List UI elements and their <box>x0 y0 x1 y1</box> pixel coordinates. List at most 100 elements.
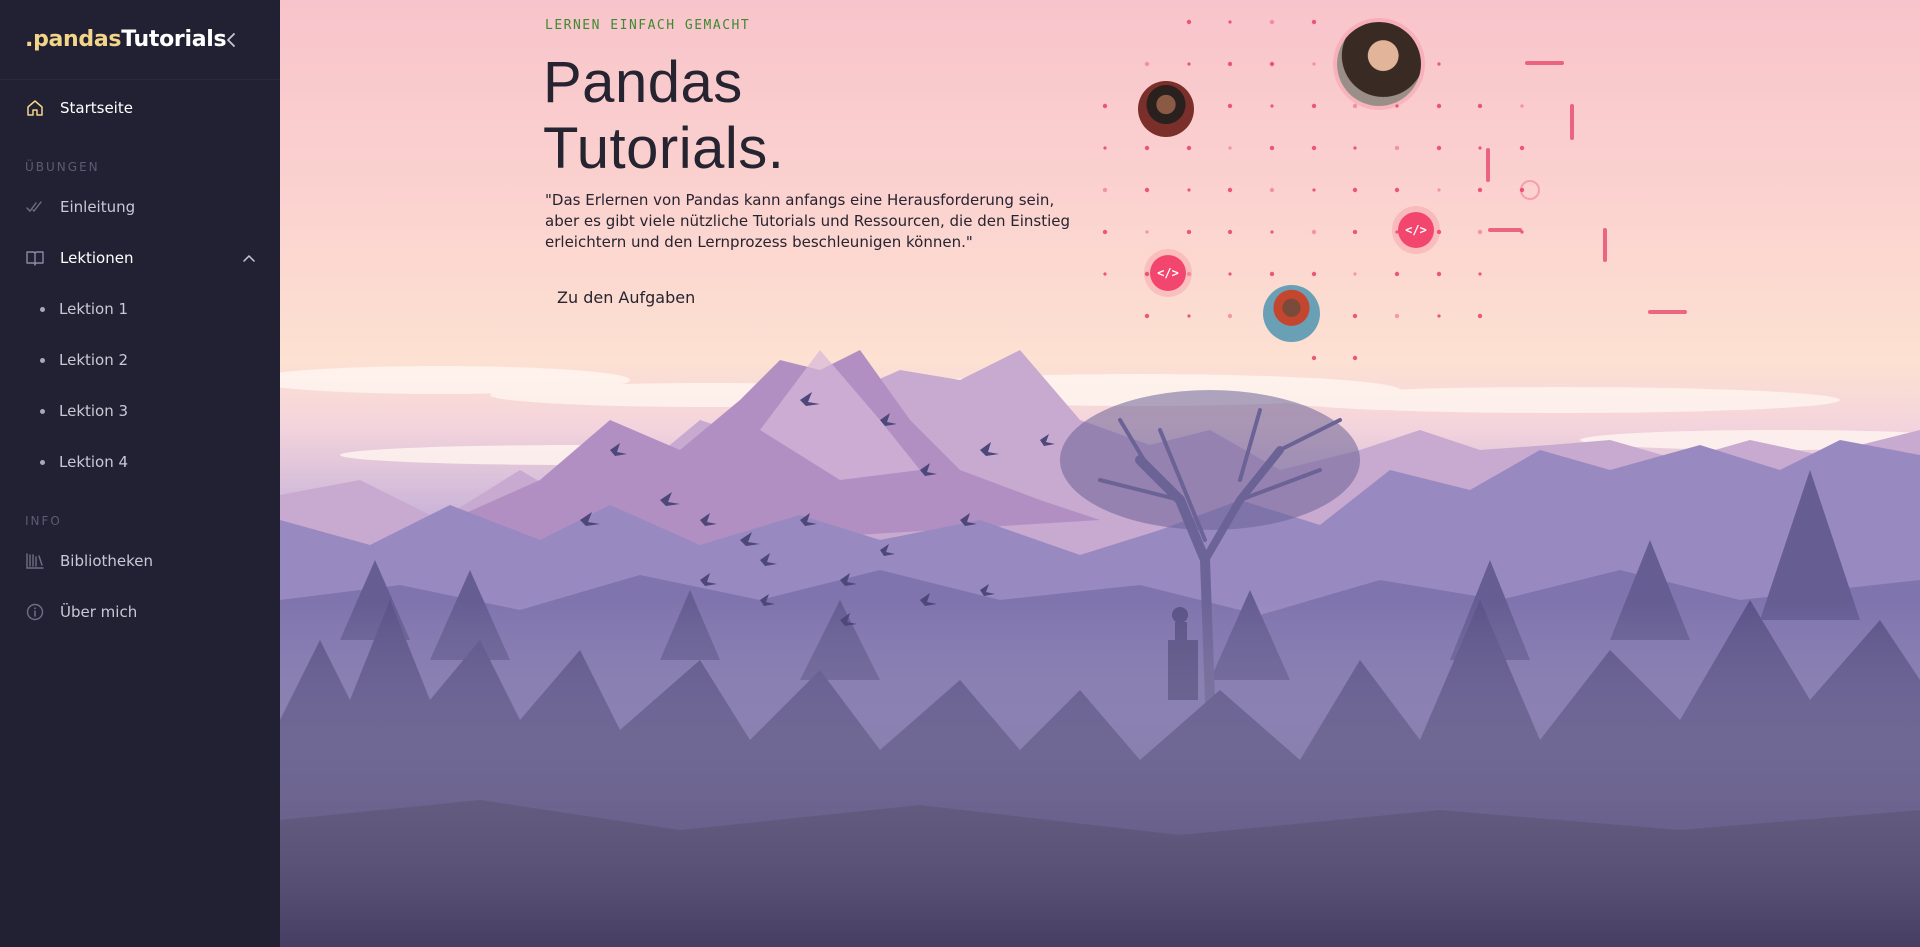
grid-dot <box>1477 103 1483 109</box>
grid-dot <box>1228 272 1232 276</box>
grid-dot <box>1311 145 1317 151</box>
dot-grid-decoration <box>1102 19 1687 361</box>
sub-label-lektion-3: Lektion 3 <box>59 402 129 420</box>
sub-item-lektion-3[interactable]: Lektion 3 <box>0 391 280 431</box>
grid-dot <box>1103 146 1107 150</box>
grid-dot <box>1352 355 1358 361</box>
grid-dot <box>1103 272 1107 276</box>
grid-dot <box>1436 271 1442 277</box>
sub-label-lektion-2: Lektion 2 <box>59 351 129 369</box>
sub-label-lektion-1: Lektion 1 <box>59 300 129 318</box>
nav-item-startseite[interactable]: Startseite <box>0 88 280 128</box>
code-icon: </> <box>1405 223 1427 237</box>
book-icon <box>25 248 45 268</box>
nav-label-lektionen: Lektionen <box>60 249 134 267</box>
grid-dot <box>1436 103 1442 109</box>
grid-dot <box>1227 187 1233 193</box>
grid-dot <box>1395 104 1399 108</box>
grid-dot <box>1520 104 1524 108</box>
hero-quote: "Das Erlernen von Pandas kann anfangs ei… <box>545 191 1070 251</box>
grid-dot <box>1311 271 1317 277</box>
zu-den-aufgaben-button[interactable]: Zu den Aufgaben <box>545 282 707 313</box>
grid-dot <box>1228 20 1232 24</box>
hero-eyebrow: LERNEN EINFACH GEMACHT <box>545 18 751 33</box>
grid-dot <box>1477 313 1483 319</box>
grid-dot <box>1144 145 1150 151</box>
collapse-sidebar-button[interactable] <box>222 28 240 52</box>
grid-dot <box>1352 229 1358 235</box>
section-title-uebungen: ÜBUNGEN <box>25 160 100 174</box>
grid-dot <box>1102 103 1108 109</box>
grid-dot <box>1269 19 1275 25</box>
grid-dot <box>1227 61 1233 67</box>
grid-dot <box>1312 188 1316 192</box>
grid-dot <box>1102 187 1108 193</box>
grid-dot <box>1312 62 1316 66</box>
brand-tutorials: Tutorials <box>121 27 227 52</box>
grid-dot <box>1352 103 1358 109</box>
bullet <box>40 459 45 465</box>
bullet <box>40 306 45 312</box>
grid-dot <box>1311 103 1317 109</box>
grid-dot <box>1269 271 1275 277</box>
grid-dot <box>1437 314 1441 318</box>
sub-item-lektion-2[interactable]: Lektion 2 <box>0 340 280 380</box>
bullet <box>40 408 45 414</box>
chevron-up-icon <box>243 254 255 262</box>
nav-item-bibliotheken[interactable]: Bibliotheken <box>0 541 280 581</box>
hero-title: Pandas Tutorials. <box>543 50 784 182</box>
hero-title-line-2: Tutorials. <box>543 116 785 181</box>
nav-item-einleitung[interactable]: Einleitung <box>0 187 280 227</box>
home-icon <box>25 98 45 118</box>
grid-dot <box>1477 187 1483 193</box>
grid-dot <box>1394 145 1400 151</box>
grid-dot <box>1269 145 1275 151</box>
grid-dot <box>1478 146 1482 150</box>
grid-dot <box>1228 146 1232 150</box>
library-icon <box>25 551 45 571</box>
grid-dot <box>1353 146 1357 150</box>
grid-dot <box>1437 62 1441 66</box>
sub-label-lektion-4: Lektion 4 <box>59 453 129 471</box>
grid-dot <box>1269 61 1275 67</box>
grid-dot <box>1145 230 1149 234</box>
sub-item-lektion-4[interactable]: Lektion 4 <box>0 442 280 482</box>
grid-dot <box>1227 313 1233 319</box>
grid-dot <box>1270 104 1274 108</box>
nav-item-lektionen[interactable]: Lektionen <box>0 238 280 278</box>
brand-logo[interactable]: .pandasTutorials <box>25 27 227 52</box>
sub-item-lektion-1[interactable]: Lektion 1 <box>0 289 280 329</box>
grid-dot <box>1394 187 1400 193</box>
nav-label-einleitung: Einleitung <box>60 198 136 216</box>
grid-dot <box>1187 188 1191 192</box>
grid-dot <box>1187 62 1191 66</box>
avatar-woman-red-hair <box>1263 285 1320 342</box>
chevron-left-icon <box>227 33 235 47</box>
section-title-info: INFO <box>25 514 62 528</box>
grid-dot <box>1186 145 1192 151</box>
grid-dot <box>1186 19 1192 25</box>
hero-section: LERNEN EINFACH GEMACHT Pandas Tutorials.… <box>280 0 1920 947</box>
grid-dot <box>1311 19 1317 25</box>
grid-dot <box>1144 313 1150 319</box>
grid-dot <box>1144 61 1150 67</box>
bullet <box>40 357 45 363</box>
grid-dot <box>1102 229 1108 235</box>
nav-item-ueber-mich[interactable]: Über mich <box>0 592 280 632</box>
code-bubble-right: </> <box>1398 212 1434 248</box>
grid-dot <box>1269 187 1275 193</box>
grid-dot <box>1478 272 1482 276</box>
grid-dot <box>1437 188 1441 192</box>
grid-dot <box>1186 229 1192 235</box>
grid-dot <box>1394 313 1400 319</box>
grid-dot <box>1477 229 1483 235</box>
grid-dot <box>1436 229 1442 235</box>
sidebar: .pandasTutorials Startseite ÜBUNGEN Einl… <box>0 0 280 947</box>
grid-dot <box>1144 271 1150 277</box>
avatar-man <box>1138 81 1194 137</box>
nav-label-startseite: Startseite <box>60 99 133 117</box>
grid-dot <box>1227 229 1233 235</box>
grid-dot <box>1270 230 1274 234</box>
grid-dot <box>1144 187 1150 193</box>
grid-dot <box>1353 272 1357 276</box>
